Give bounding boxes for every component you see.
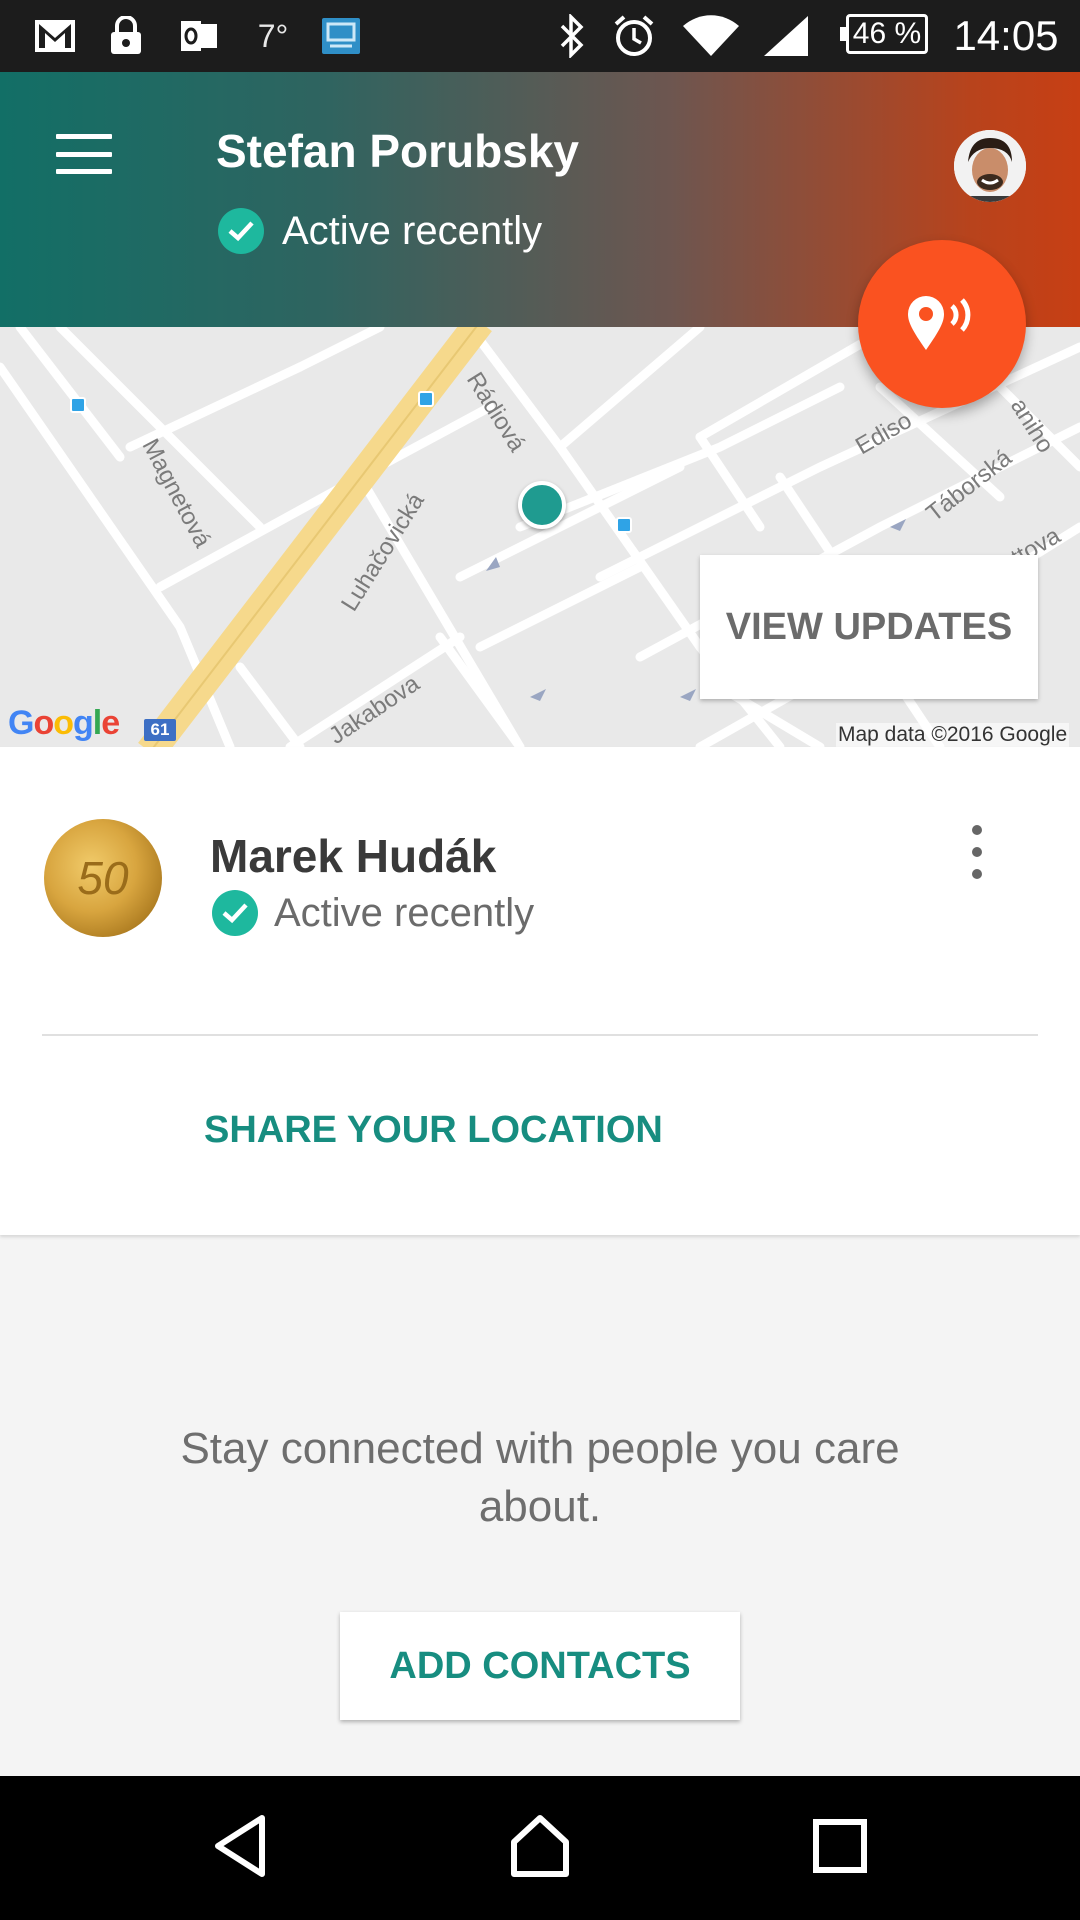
- signal-icon: [760, 0, 812, 72]
- clock: 14:05: [953, 12, 1059, 59]
- battery-indicator: 46 %: [840, 14, 928, 54]
- alarm-icon: [610, 0, 658, 72]
- status-bar: 7° 46 % 14:05: [0, 0, 1080, 72]
- coin-label: 50: [77, 852, 129, 904]
- navigation-bar: [0, 1776, 1080, 1920]
- contact-name[interactable]: Marek Hudák: [210, 829, 496, 883]
- google-logo: Google: [8, 704, 120, 742]
- menu-icon[interactable]: [40, 122, 128, 186]
- contact-status: Active recently: [212, 890, 534, 936]
- wifi-icon: [680, 0, 742, 72]
- avatar[interactable]: [954, 130, 1026, 202]
- recents-icon[interactable]: [790, 1796, 890, 1896]
- location-marker[interactable]: [518, 481, 566, 529]
- bus-stop-icon[interactable]: [418, 391, 434, 407]
- back-icon[interactable]: [190, 1796, 290, 1896]
- outlook-icon: [176, 0, 222, 72]
- share-location-button[interactable]: SHARE YOUR LOCATION: [204, 1109, 663, 1152]
- route-shield: 61: [144, 719, 176, 741]
- bus-stop-icon[interactable]: [616, 517, 632, 533]
- screen-mirror-icon: [318, 0, 364, 72]
- lock-icon: [104, 0, 148, 72]
- share-location-fab[interactable]: [858, 240, 1026, 408]
- home-icon[interactable]: [490, 1796, 590, 1896]
- view-updates-button[interactable]: VIEW UPDATES: [700, 555, 1038, 699]
- check-circle-icon: [212, 890, 258, 936]
- map-attribution: Map data ©2016 Google: [836, 723, 1070, 747]
- add-contacts-button[interactable]: ADD CONTACTS: [340, 1612, 740, 1720]
- contact-status-text: Active recently: [274, 890, 535, 935]
- page-title: Stefan Porubsky: [216, 125, 579, 177]
- more-options-icon[interactable]: [952, 817, 1002, 887]
- promo-text: Stay connected with people you care abou…: [180, 1424, 900, 1531]
- gmail-icon: [30, 0, 80, 72]
- avatar[interactable]: 50: [44, 819, 162, 937]
- check-circle-icon: [218, 208, 264, 254]
- header-status-text: Active recently: [282, 208, 543, 253]
- bluetooth-icon: [554, 0, 590, 72]
- location-broadcast-icon: [902, 292, 982, 357]
- bus-stop-icon[interactable]: [70, 397, 86, 413]
- divider: [42, 1034, 1038, 1036]
- temperature: 7°: [257, 17, 289, 54]
- contact-card: 50 Marek Hudák Active recently SHARE YOU…: [0, 747, 1080, 1235]
- header-status: Active recently: [218, 208, 542, 254]
